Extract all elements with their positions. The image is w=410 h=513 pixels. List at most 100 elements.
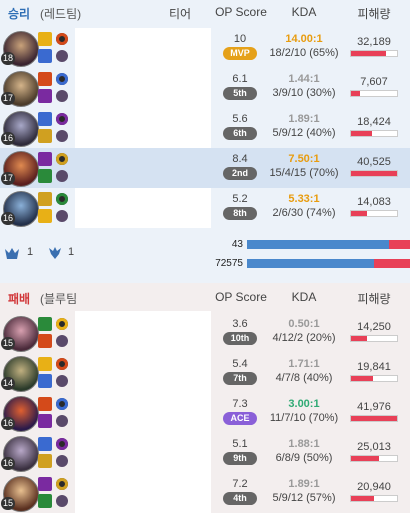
kda-ratio: 3.00:1 — [288, 398, 320, 410]
column-tier: 티어 — [168, 7, 192, 21]
summoner-spell-icon[interactable] — [38, 357, 52, 371]
rank-badge: 5th — [223, 87, 257, 100]
damage-bar — [350, 170, 398, 177]
lose-team-header: 패배 (블루팀 OP Score KDA 피해량 — [0, 283, 410, 307]
win-team-section: 승리 (레드팀) 티어 OP Score KDA 피해량 18 10 MVP 14.0… — [0, 0, 410, 283]
summoner-spell-icon[interactable] — [38, 152, 52, 166]
summoner-spell-icon[interactable] — [38, 374, 52, 388]
damage-value: 41,976 — [357, 401, 391, 413]
summoner-spell-icon[interactable] — [38, 334, 52, 348]
champion-level: 17 — [1, 92, 15, 105]
summoner-spell-icon[interactable] — [38, 129, 52, 143]
secondary-rune-icon[interactable] — [56, 375, 68, 387]
summoner-spell-icon[interactable] — [38, 112, 52, 126]
kda-detail: 5/9/12 (57%) — [272, 492, 336, 504]
summoner-spell-icon[interactable] — [38, 169, 52, 183]
secondary-rune-icon[interactable] — [56, 50, 68, 62]
team-kill-bar-fill — [247, 240, 389, 249]
dragon-count: 1 — [68, 246, 75, 258]
summoner-spell-icon[interactable] — [38, 477, 52, 491]
column-op-score: OP Score — [215, 5, 267, 19]
keystone-rune-icon[interactable] — [56, 318, 68, 330]
damage-value: 20,940 — [357, 481, 391, 493]
kda-detail: 6/8/9 (50%) — [275, 452, 333, 464]
win-player-row[interactable]: 16 5.2 8th 5.33:1 2/6/30 (74%) 14,083 — [0, 188, 410, 228]
op-score: 5.1 — [232, 438, 248, 450]
damage-bar — [350, 90, 398, 97]
op-score: 3.6 — [232, 318, 248, 330]
keystone-rune-icon[interactable] — [56, 438, 68, 450]
op-score: 6.1 — [232, 73, 248, 85]
damage-bar-fill — [351, 91, 360, 96]
summoner-spell-icon[interactable] — [38, 209, 52, 223]
kda-ratio: 0.50:1 — [288, 318, 320, 330]
damage-bar-fill — [351, 131, 372, 136]
lose-player-row[interactable]: 16 7.3 ACE 3.00:1 11/7/10 (70%) 41,976 — [0, 393, 410, 433]
damage-value: 19,841 — [357, 361, 391, 373]
damage-value: 18,424 — [357, 116, 391, 128]
kda-detail: 15/4/15 (70%) — [269, 167, 339, 179]
op-score: 8.4 — [232, 153, 248, 165]
secondary-rune-icon[interactable] — [56, 170, 68, 182]
summoner-spell-icon[interactable] — [38, 192, 52, 206]
win-player-row[interactable]: 17 8.4 2nd 7.50:1 15/4/15 (70%) 40,525 — [0, 148, 410, 188]
keystone-rune-icon[interactable] — [56, 193, 68, 205]
lose-player-row[interactable]: 15 7.2 4th 1.89:1 5/9/12 (57%) 20,940 — [0, 473, 410, 513]
damage-value: 32,189 — [357, 36, 391, 48]
summoner-spell-icon[interactable] — [38, 494, 52, 508]
secondary-rune-icon[interactable] — [56, 415, 68, 427]
summoner-spell-icon[interactable] — [38, 437, 52, 451]
damage-bar-fill — [351, 336, 367, 341]
keystone-rune-icon[interactable] — [56, 478, 68, 490]
secondary-rune-icon[interactable] — [56, 210, 68, 222]
secondary-rune-icon[interactable] — [56, 90, 68, 102]
win-player-row[interactable]: 18 10 MVP 14.00:1 18/2/10 (65%) 32,189 — [0, 28, 410, 68]
team-gold-bar-fill — [247, 259, 375, 268]
keystone-rune-icon[interactable] — [56, 73, 68, 85]
column-damage: 피해량 — [357, 7, 391, 21]
summoner-spell-icon[interactable] — [38, 49, 52, 63]
keystone-rune-icon[interactable] — [56, 398, 68, 410]
champion-level: 16 — [1, 212, 15, 225]
keystone-rune-icon[interactable] — [56, 358, 68, 370]
op-score: 10 — [233, 33, 247, 45]
lose-player-row[interactable]: 14 5.4 7th 1.71:1 4/7/8 (40%) 19,841 — [0, 353, 410, 393]
kda-ratio: 1.89:1 — [288, 113, 320, 125]
keystone-rune-icon[interactable] — [56, 33, 68, 45]
column-kda: KDA — [291, 290, 317, 304]
summoner-spell-icon[interactable] — [38, 397, 52, 411]
op-score: 5.4 — [232, 358, 248, 370]
summoner-spell-icon[interactable] — [38, 32, 52, 46]
kda-detail: 18/2/10 (65%) — [269, 47, 339, 59]
op-score: 5.6 — [232, 113, 248, 125]
kda-ratio: 7.50:1 — [288, 153, 320, 165]
win-player-row[interactable]: 17 6.1 5th 1.44:1 3/9/10 (30%) 7,607 — [0, 68, 410, 108]
secondary-rune-icon[interactable] — [56, 130, 68, 142]
summoner-spell-icon[interactable] — [38, 454, 52, 468]
lose-team-label: (블루팀 — [40, 292, 78, 306]
kda-ratio: 1.88:1 — [288, 438, 320, 450]
lose-player-row[interactable]: 15 3.6 10th 0.50:1 4/12/2 (20%) 14,250 — [0, 313, 410, 353]
lose-player-row[interactable]: 16 5.1 9th 1.88:1 6/8/9 (50%) 25,013 — [0, 433, 410, 473]
damage-bar — [350, 415, 398, 422]
rank-badge: 9th — [223, 452, 257, 465]
rank-badge: 6th — [223, 127, 257, 140]
summoner-spell-icon[interactable] — [38, 72, 52, 86]
secondary-rune-icon[interactable] — [56, 335, 68, 347]
op-score: 7.2 — [232, 478, 248, 490]
keystone-rune-icon[interactable] — [56, 153, 68, 165]
summoner-spell-icon[interactable] — [38, 414, 52, 428]
kda-ratio: 1.71:1 — [288, 358, 320, 370]
keystone-rune-icon[interactable] — [56, 113, 68, 125]
summoner-spell-icon[interactable] — [38, 89, 52, 103]
damage-value: 14,083 — [357, 196, 391, 208]
rank-badge: 8th — [223, 207, 257, 220]
lose-result-label: 패배 — [8, 292, 31, 306]
damage-bar — [350, 210, 398, 217]
win-player-row[interactable]: 16 5.6 6th 1.89:1 5/9/12 (40%) 18,424 — [0, 108, 410, 148]
summoner-spell-icon[interactable] — [38, 317, 52, 331]
secondary-rune-icon[interactable] — [56, 455, 68, 467]
kda-detail: 4/12/2 (20%) — [272, 332, 336, 344]
damage-bar-fill — [351, 171, 397, 176]
secondary-rune-icon[interactable] — [56, 495, 68, 507]
